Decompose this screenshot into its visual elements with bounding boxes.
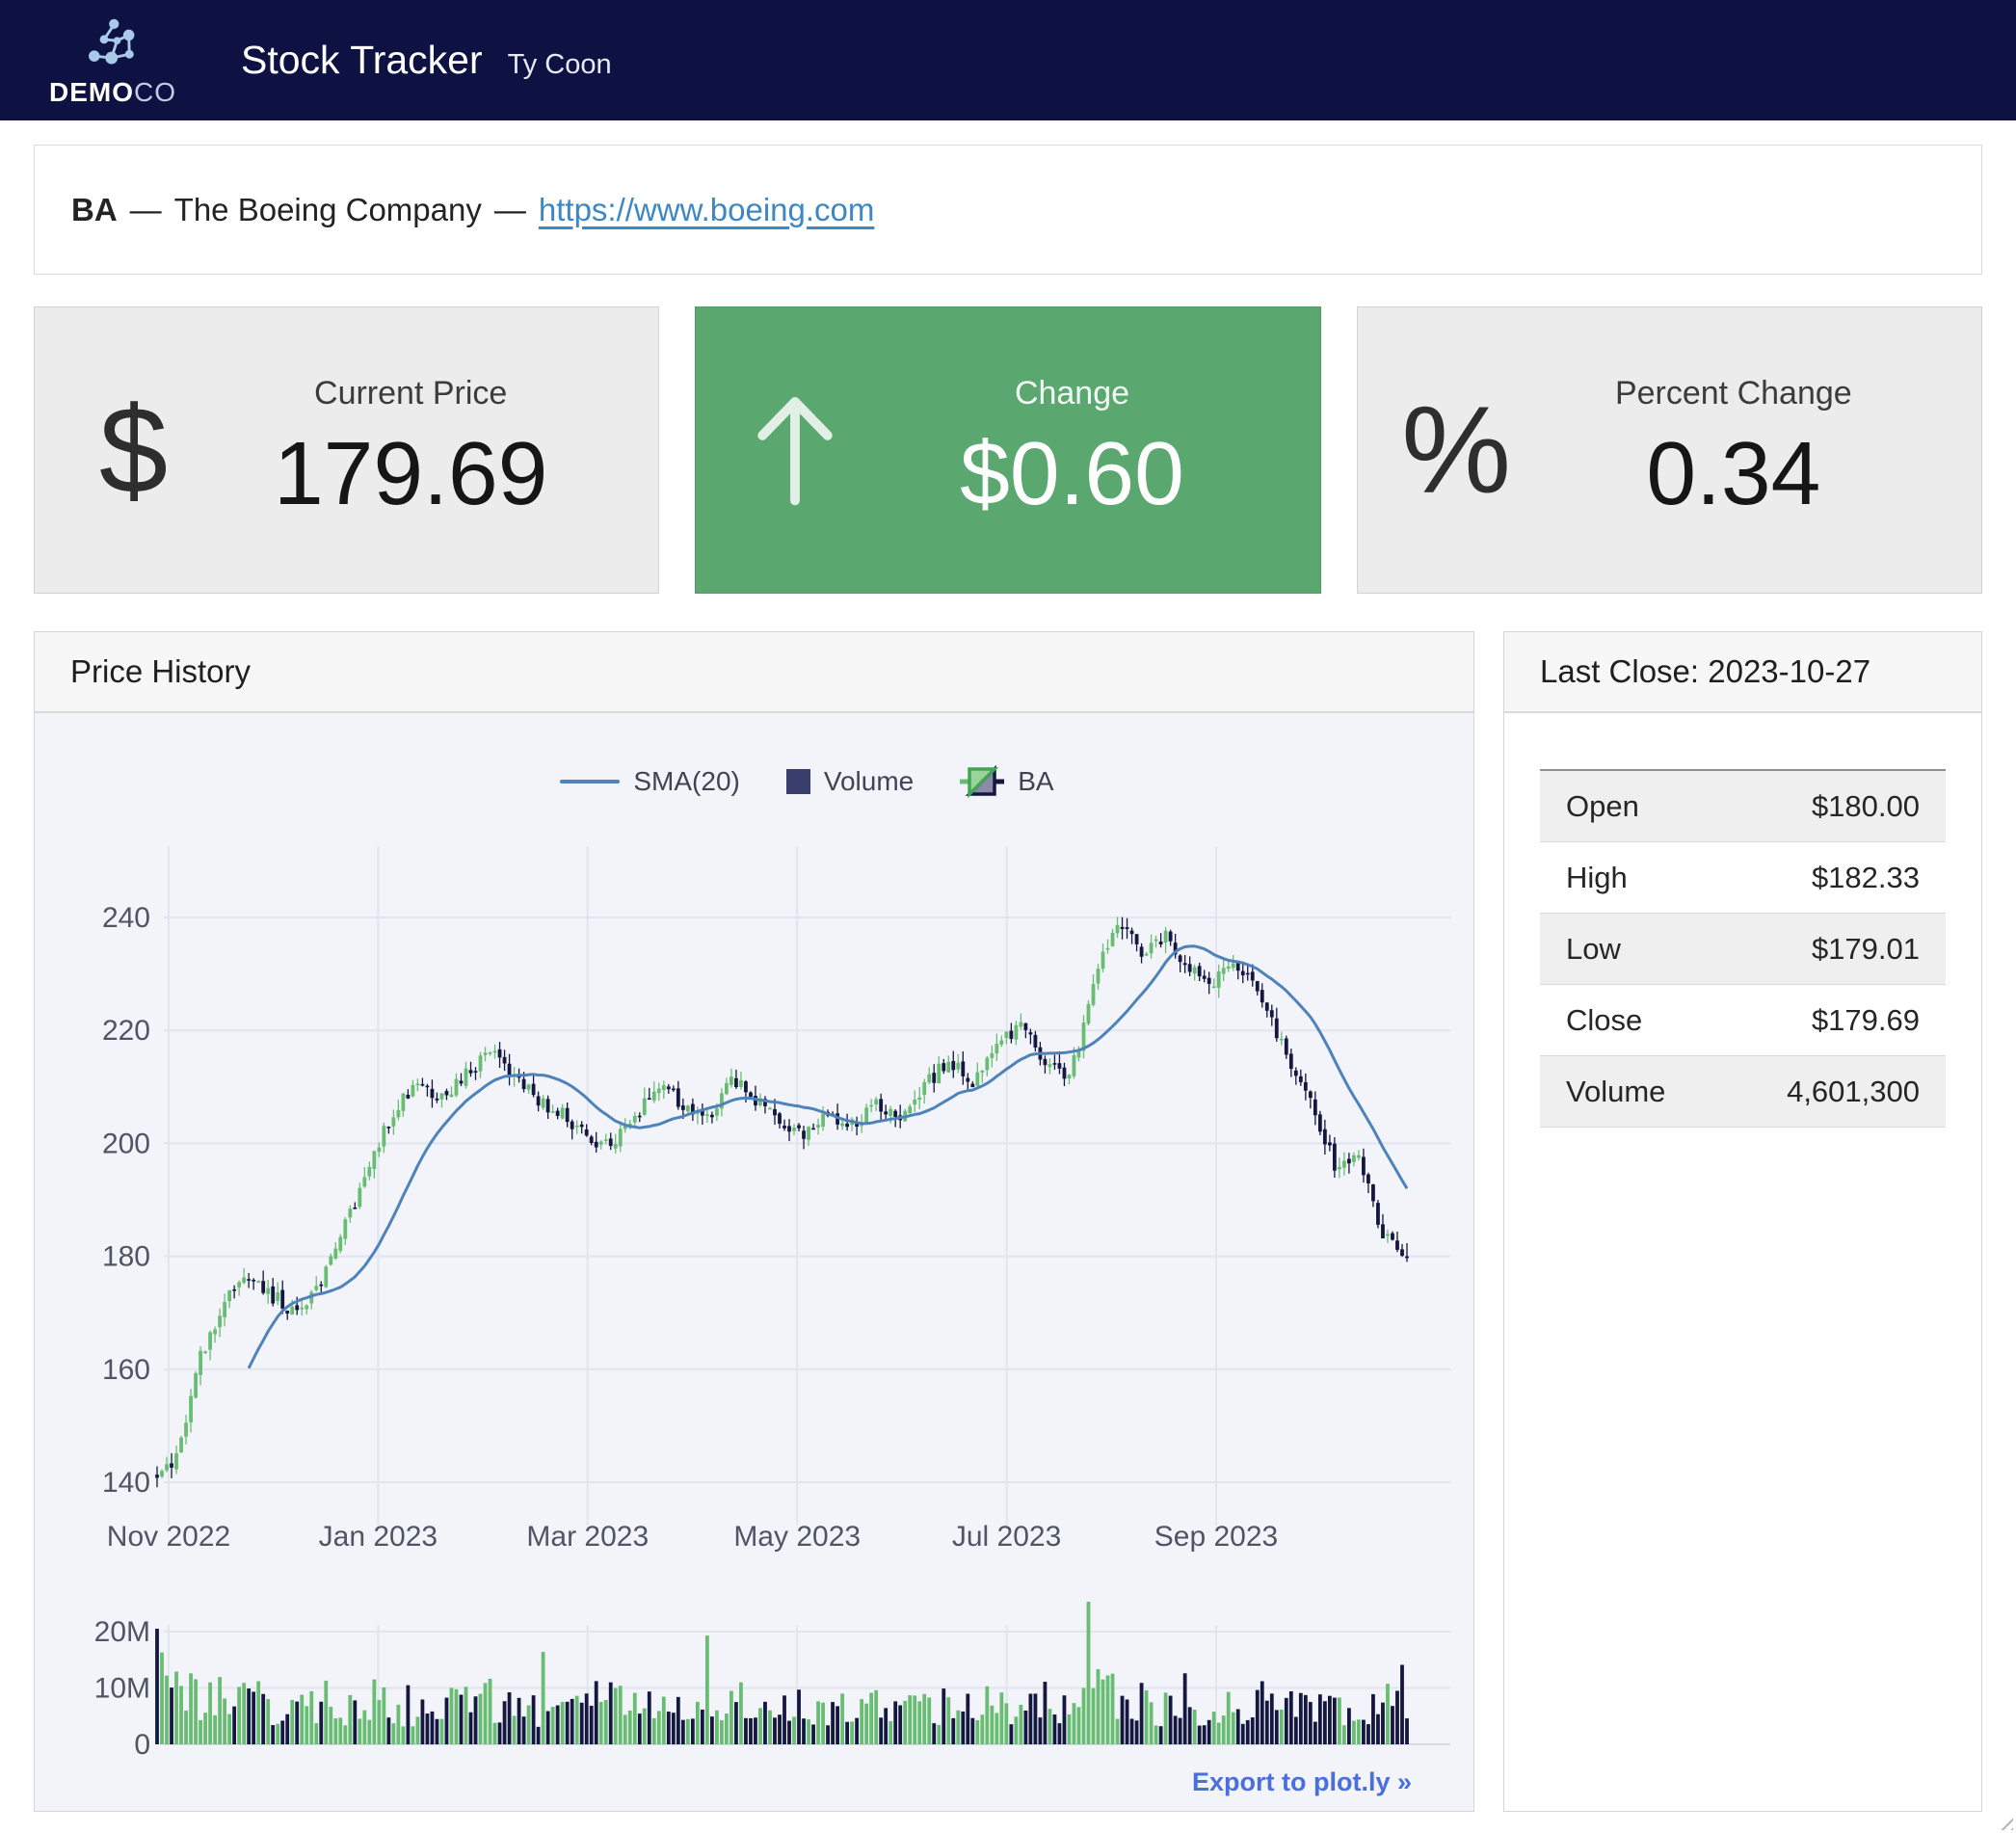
svg-text:180: 180	[102, 1241, 150, 1273]
company-symbol: BA	[71, 192, 118, 228]
svg-text:Sep 2023: Sep 2023	[1154, 1521, 1278, 1553]
svg-text:200: 200	[102, 1128, 150, 1159]
logo-wordmark: DEMOCO	[49, 77, 176, 108]
company-name: The Boeing Company	[174, 192, 482, 228]
legend-label: SMA(20)	[633, 766, 739, 797]
stat-label: Percent Change	[1555, 375, 1912, 412]
table-row: High $182.33	[1540, 842, 1946, 914]
company-website-link[interactable]: https://www.boeing.com	[539, 192, 875, 228]
svg-text:May 2023: May 2023	[733, 1521, 861, 1553]
percent-change-value: 0.34	[1555, 422, 1912, 525]
row-label: Low	[1566, 932, 1621, 967]
legend-item-sma[interactable]: SMA(20)	[560, 766, 739, 797]
stat-label: Change	[893, 375, 1250, 412]
company-bar: BA — The Boeing Company — https://www.bo…	[34, 145, 1982, 275]
current-price-value: 179.69	[232, 422, 589, 525]
change-card: Change $0.60	[695, 306, 1320, 594]
table-row: Low $179.01	[1540, 914, 1946, 985]
svg-text:10M: 10M	[94, 1673, 150, 1705]
resize-grip-icon[interactable]	[1997, 1814, 2013, 1830]
arrow-up-icon	[696, 388, 893, 512]
dash-separator: —	[494, 192, 526, 228]
last-close-title: Last Close: 2023-10-27	[1504, 632, 1981, 713]
row-value: $182.33	[1812, 861, 1920, 895]
table-row: Open $180.00	[1540, 771, 1946, 842]
logo-text-light: CO	[134, 77, 176, 107]
svg-text:140: 140	[102, 1467, 150, 1499]
legend-item-ba[interactable]: BA	[960, 765, 1053, 798]
svg-text:Nov 2022: Nov 2022	[107, 1521, 230, 1553]
sma-line-swatch	[560, 780, 620, 784]
dollar-icon: $	[35, 380, 232, 521]
table-row: Volume 4,601,300	[1540, 1056, 1946, 1128]
candlestick-swatch	[960, 765, 1004, 798]
percent-icon: %	[1358, 380, 1555, 521]
percent-change-card: % Percent Change 0.34	[1357, 306, 1982, 594]
row-label: Close	[1566, 1003, 1642, 1038]
stats-row: $ Current Price 179.69 Change $0.60 % Pe…	[34, 306, 1982, 594]
row-value: $180.00	[1812, 789, 1920, 824]
table-row: Close $179.69	[1540, 985, 1946, 1056]
user-name: Ty Coon	[508, 49, 612, 81]
svg-text:Jan 2023: Jan 2023	[319, 1521, 438, 1553]
current-price-card: $ Current Price 179.69	[34, 306, 659, 594]
candlestick-chart-canvas[interactable]: 140 160 180 200 220 240 Nov 2022 Jan 2023 Mar 20…	[35, 713, 1473, 1809]
svg-text:Mar 2023: Mar 2023	[526, 1521, 649, 1553]
svg-text:240: 240	[102, 902, 150, 934]
page-title: Stock Tracker	[241, 38, 483, 83]
price-chart-area[interactable]: SMA(20) Volume BA 140160180200220240N	[35, 713, 1473, 1811]
svg-text:20M: 20M	[94, 1616, 150, 1648]
row-value: $179.69	[1812, 1003, 1920, 1038]
logo-text-bold: DEMO	[49, 77, 134, 107]
dash-separator: —	[130, 192, 162, 228]
change-value: $0.60	[893, 422, 1250, 525]
svg-text:160: 160	[102, 1354, 150, 1386]
volume-swatch	[786, 769, 810, 794]
price-history-panel: Price History SMA(20) Volume	[34, 631, 1474, 1812]
svg-text:Jul 2023: Jul 2023	[952, 1521, 1061, 1553]
legend-item-volume[interactable]: Volume	[786, 766, 914, 797]
last-close-panel: Last Close: 2023-10-27 Open $180.00 High $1…	[1503, 631, 1982, 1812]
svg-text:0: 0	[134, 1729, 150, 1761]
app-header: DEMOCO Stock Tracker Ty Coon	[0, 0, 2016, 120]
row-value: 4,601,300	[1787, 1075, 1920, 1109]
last-close-table: Open $180.00 High $182.33 Low $179.01 Close $17…	[1540, 769, 1946, 1128]
stat-label: Current Price	[232, 375, 589, 412]
democo-logo: DEMOCO	[40, 13, 185, 108]
row-label: High	[1566, 861, 1628, 895]
row-value: $179.01	[1812, 932, 1920, 967]
svg-text:220: 220	[102, 1015, 150, 1047]
row-label: Open	[1566, 789, 1639, 824]
export-plotly-link[interactable]: Export to plot.ly »	[1192, 1767, 1412, 1797]
price-history-title: Price History	[35, 632, 1473, 713]
molecule-icon	[82, 13, 144, 75]
row-label: Volume	[1566, 1075, 1665, 1109]
legend-label: BA	[1018, 766, 1053, 797]
chart-legend: SMA(20) Volume BA	[164, 765, 1450, 798]
legend-label: Volume	[824, 766, 914, 797]
